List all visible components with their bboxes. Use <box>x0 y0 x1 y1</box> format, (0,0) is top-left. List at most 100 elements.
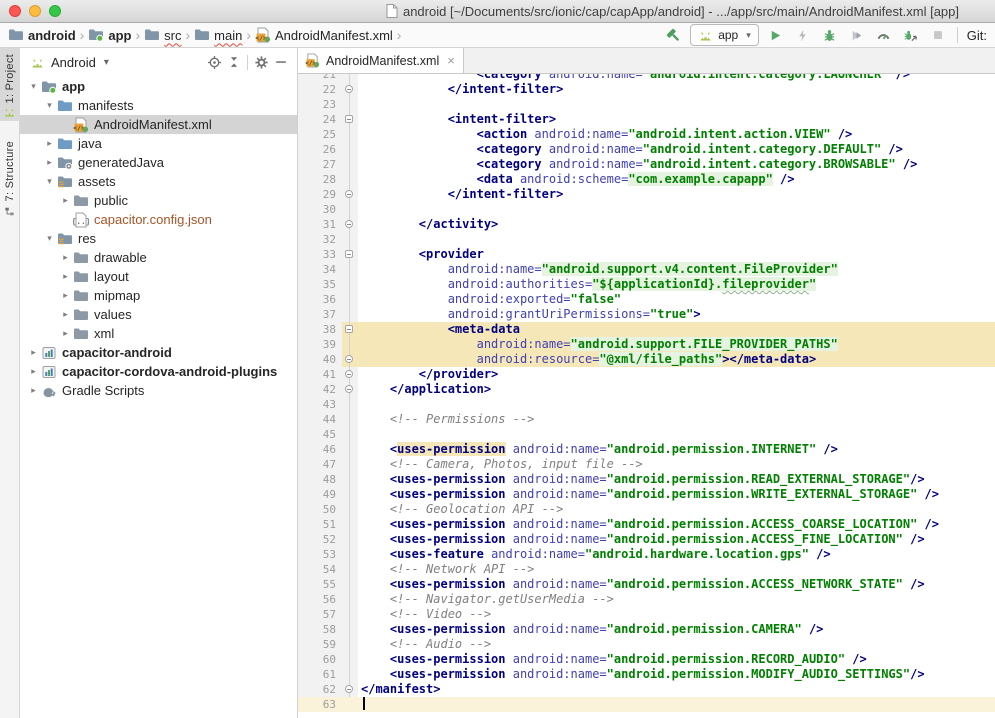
tree-expand-arrow-icon[interactable]: ▸ <box>42 157 57 168</box>
fold-end-marker-icon[interactable] <box>345 355 353 363</box>
build-hammer-button[interactable] <box>663 25 683 45</box>
fold-end-marker-icon[interactable] <box>345 190 353 198</box>
locate-button[interactable] <box>204 52 224 72</box>
tree-expand-arrow-icon[interactable]: ▸ <box>26 366 41 377</box>
code-line[interactable]: 47 <!-- Camera, Photos, input file --> <box>298 457 995 472</box>
apply-changes-button[interactable] <box>793 25 813 45</box>
fold-end-marker-icon[interactable] <box>345 685 353 693</box>
code-line[interactable]: 21 <category android:name="android.inten… <box>298 74 995 82</box>
tree-expand-arrow-icon[interactable]: ▾ <box>26 81 41 92</box>
tree-item-xml[interactable]: ▸xml <box>20 324 297 343</box>
fold-end-marker-icon[interactable] <box>345 220 353 228</box>
code-line[interactable]: 51 <uses-permission android:name="androi… <box>298 517 995 532</box>
tree-item-mipmap[interactable]: ▸mipmap <box>20 286 297 305</box>
tree-item-gradle-scripts[interactable]: ▸Gradle Scripts <box>20 381 297 400</box>
code-line[interactable]: 34 android:name="android.support.v4.cont… <box>298 262 995 277</box>
tree-item-res[interactable]: ▾res <box>20 229 297 248</box>
code-line[interactable]: 35 android:authorities="${applicationId}… <box>298 277 995 292</box>
run-button[interactable] <box>766 25 786 45</box>
fold-end-marker-icon[interactable] <box>345 85 353 93</box>
tree-item-capacitor-cordova-android-plugins[interactable]: ▸capacitor-cordova-android-plugins <box>20 362 297 381</box>
breadcrumb-item-androidmanifest-xml[interactable]: </>AndroidManifest.xml <box>255 27 393 43</box>
code-line[interactable]: 42 </application> <box>298 382 995 397</box>
fold-start-marker-icon[interactable] <box>345 325 353 333</box>
code-line[interactable]: 63 <box>298 697 995 712</box>
code-line[interactable]: 52 <uses-permission android:name="androi… <box>298 532 995 547</box>
code-line[interactable]: 60 <uses-permission android:name="androi… <box>298 652 995 667</box>
tree-expand-arrow-icon[interactable]: ▸ <box>58 328 73 339</box>
code-line[interactable]: 49 <uses-permission android:name="androi… <box>298 487 995 502</box>
tree-item-values[interactable]: ▸values <box>20 305 297 324</box>
tree-item-generatedjava[interactable]: ▸generatedJava <box>20 153 297 172</box>
zoom-window-button[interactable] <box>49 5 61 17</box>
code-line[interactable]: 53 <uses-feature android:name="android.h… <box>298 547 995 562</box>
code-line[interactable]: 27 <category android:name="android.inten… <box>298 157 995 172</box>
code-line[interactable]: 41 </provider> <box>298 367 995 382</box>
code-line[interactable]: 23 <box>298 97 995 112</box>
code-line[interactable]: 30 <box>298 202 995 217</box>
code-line[interactable]: 25 <action android:name="android.intent.… <box>298 127 995 142</box>
code-line[interactable]: 26 <category android:name="android.inten… <box>298 142 995 157</box>
code-editor[interactable]: 21 <category android:name="android.inten… <box>298 74 995 718</box>
tree-item-drawable[interactable]: ▸drawable <box>20 248 297 267</box>
hide-button[interactable] <box>271 52 291 72</box>
fold-end-marker-icon[interactable] <box>345 370 353 378</box>
code-line[interactable]: 40 android:resource="@xml/file_paths"></… <box>298 352 995 367</box>
tree-expand-arrow-icon[interactable]: ▸ <box>26 347 41 358</box>
code-line[interactable]: 61 <uses-permission android:name="androi… <box>298 667 995 682</box>
tree-item-androidmanifest-xml[interactable]: </>AndroidManifest.xml <box>20 115 297 134</box>
tree-item-assets[interactable]: ▾assets <box>20 172 297 191</box>
tree-expand-arrow-icon[interactable]: ▾ <box>42 176 57 187</box>
tool-window-tab-structure[interactable]: 7: Structure <box>0 135 20 220</box>
fold-start-marker-icon[interactable] <box>345 115 353 123</box>
tree-item-capacitor-android[interactable]: ▸capacitor-android <box>20 343 297 362</box>
close-window-button[interactable] <box>9 5 21 17</box>
fold-start-marker-icon[interactable] <box>345 250 353 258</box>
code-line[interactable]: 62</manifest> <box>298 682 995 697</box>
code-line[interactable]: 45 <box>298 427 995 442</box>
code-line[interactable]: 57 <!-- Video --> <box>298 607 995 622</box>
breadcrumb-item-src[interactable]: src <box>144 27 181 43</box>
attach-debugger-button[interactable] <box>901 25 921 45</box>
stop-button[interactable] <box>928 25 948 45</box>
code-line[interactable]: 22 </intent-filter> <box>298 82 995 97</box>
tree-expand-arrow-icon[interactable]: ▸ <box>42 138 57 149</box>
code-line[interactable]: 48 <uses-permission android:name="androi… <box>298 472 995 487</box>
code-line[interactable]: 28 <data android:scheme="com.example.cap… <box>298 172 995 187</box>
code-line[interactable]: 59 <!-- Audio --> <box>298 637 995 652</box>
tree-item-capacitor-config-json[interactable]: {..}capacitor.config.json <box>20 210 297 229</box>
breadcrumb-item-main[interactable]: main <box>194 27 242 43</box>
tree-item-manifests[interactable]: ▾manifests <box>20 96 297 115</box>
breadcrumb-item-app[interactable]: app <box>88 27 131 43</box>
tree-item-public[interactable]: ▸public <box>20 191 297 210</box>
fold-end-marker-icon[interactable] <box>345 385 353 393</box>
tree-expand-arrow-icon[interactable]: ▾ <box>42 100 57 111</box>
coverage-button[interactable] <box>847 25 867 45</box>
breadcrumb-item-android[interactable]: android <box>8 27 76 43</box>
tree-expand-arrow-icon[interactable]: ▸ <box>26 385 41 396</box>
code-line[interactable]: 33 <provider <box>298 247 995 262</box>
code-line[interactable]: 55 <uses-permission android:name="androi… <box>298 577 995 592</box>
code-line[interactable]: 37 android:grantUriPermissions="true"> <box>298 307 995 322</box>
close-icon[interactable]: × <box>447 54 455 67</box>
project-view-selector[interactable]: Android ▾ <box>30 55 109 70</box>
tree-expand-arrow-icon[interactable]: ▸ <box>58 290 73 301</box>
code-line[interactable]: 50 <!-- Geolocation API --> <box>298 502 995 517</box>
code-line[interactable]: 32 <box>298 232 995 247</box>
tree-item-java[interactable]: ▸java <box>20 134 297 153</box>
tree-expand-arrow-icon[interactable]: ▸ <box>58 271 73 282</box>
code-line[interactable]: 44 <!-- Permissions --> <box>298 412 995 427</box>
tree-expand-arrow-icon[interactable]: ▸ <box>58 195 73 206</box>
code-line[interactable]: 24 <intent-filter> <box>298 112 995 127</box>
tree-expand-arrow-icon[interactable]: ▸ <box>58 252 73 263</box>
minimize-window-button[interactable] <box>29 5 41 17</box>
profiler-button[interactable] <box>874 25 894 45</box>
code-line[interactable]: 56 <!-- Navigator.getUserMedia --> <box>298 592 995 607</box>
collapse-all-button[interactable] <box>224 52 244 72</box>
code-line[interactable]: 54 <!-- Network API --> <box>298 562 995 577</box>
debug-button[interactable] <box>820 25 840 45</box>
code-line[interactable]: 38 <meta-data <box>298 322 995 337</box>
code-line[interactable]: 31 </activity> <box>298 217 995 232</box>
code-line[interactable]: 58 <uses-permission android:name="androi… <box>298 622 995 637</box>
tree-item-app[interactable]: ▾app <box>20 77 297 96</box>
